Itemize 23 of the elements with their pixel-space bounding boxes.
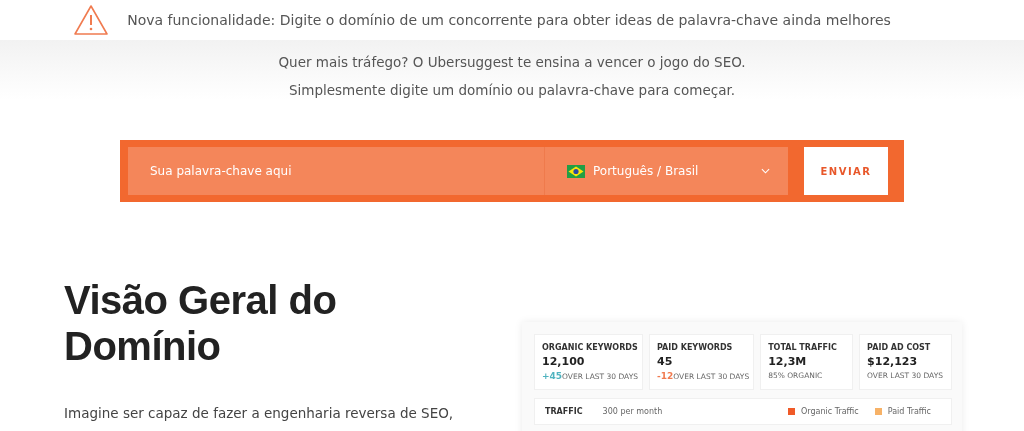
section-heading: Visão Geral do Domínio bbox=[64, 277, 338, 369]
keyword-input[interactable]: Sua palavra-chave aqui bbox=[128, 147, 544, 195]
section-text: Imagine ser capaz de fazer a engenharia reversa de SEO, bbox=[64, 405, 455, 421]
stat-value: 12,3M bbox=[768, 355, 808, 368]
stat-label: ORGANIC KEYWORDS bbox=[542, 343, 638, 352]
stat-value: 12,100 bbox=[542, 355, 586, 368]
submit-button[interactable]: ENVIAR bbox=[804, 147, 888, 195]
language-dropdown[interactable]: Português / Brasil bbox=[544, 147, 788, 195]
legend-label: Organic Traffic bbox=[801, 407, 859, 416]
intro-text: Quer mais tráfego? O Ubersuggest te ensina a vencer o jogo do SEO. bbox=[278, 54, 746, 70]
legend-label: Paid Traffic bbox=[887, 407, 931, 416]
intro-text: Simplesmente digite um domínio ou palavra-chave para começar. bbox=[288, 82, 735, 98]
stat-value: $12,123 bbox=[867, 355, 919, 368]
stat-label: TOTAL TRAFFIC bbox=[768, 343, 838, 352]
stat-label: PAID KEYWORDS bbox=[657, 343, 734, 352]
stat-label: PAID AD COST bbox=[867, 343, 932, 352]
warning-icon bbox=[73, 4, 110, 36]
stat-value: 45 bbox=[657, 355, 674, 368]
chevron-down-icon bbox=[761, 168, 770, 174]
traffic-value: 300 per month bbox=[602, 407, 663, 416]
flag-icon bbox=[567, 164, 585, 178]
notice-text: Nova funcionalidade: Digite o domínio de um concorrente para obter ideas de palavra-chave ainda melhores bbox=[127, 12, 891, 28]
traffic-label: TRAFFIC bbox=[545, 407, 583, 416]
